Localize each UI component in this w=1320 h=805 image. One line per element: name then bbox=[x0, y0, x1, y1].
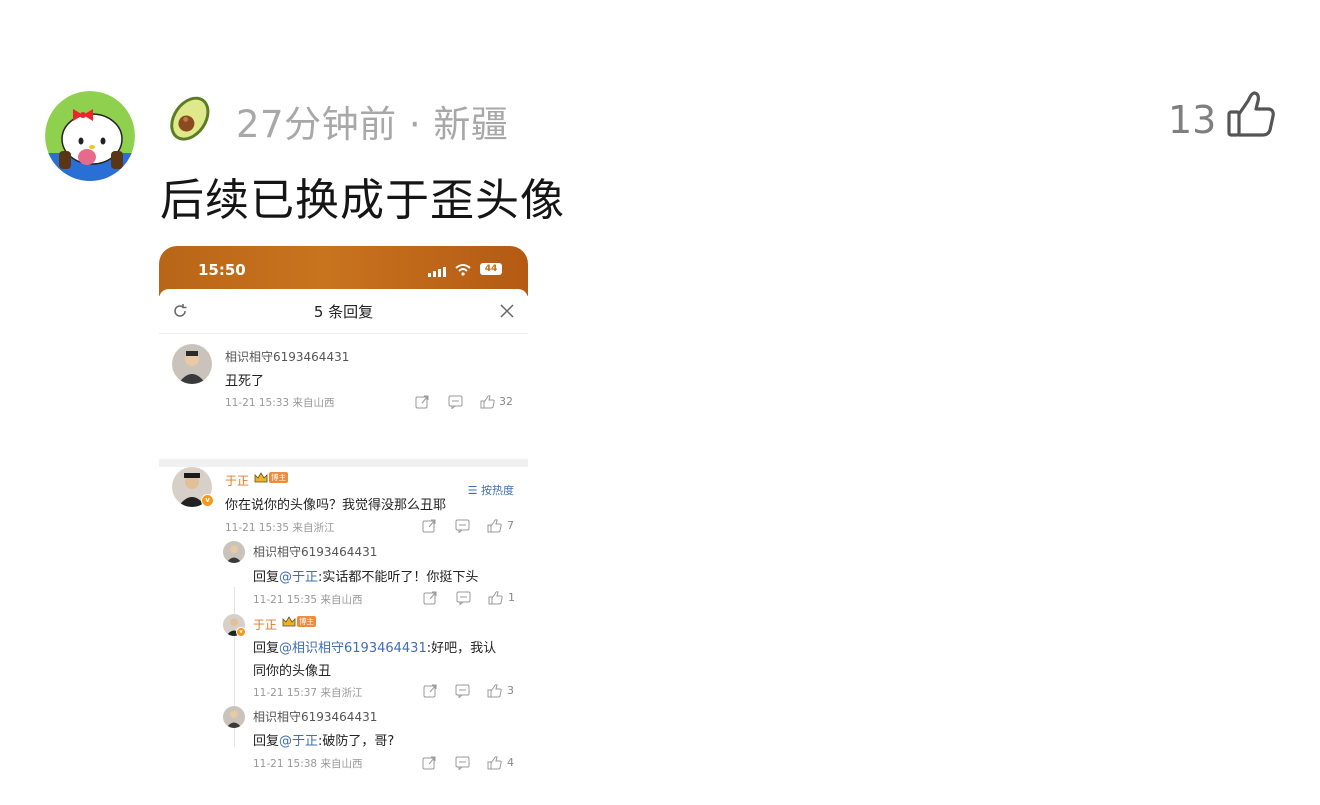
comment-text: 后续已换成于歪头像 bbox=[160, 175, 565, 226]
battery-indicator: 44 bbox=[480, 263, 502, 275]
comment-icon[interactable] bbox=[455, 756, 470, 770]
share-icon[interactable] bbox=[423, 591, 438, 605]
blogger-tag: 博主 bbox=[269, 472, 288, 483]
reply-meta: 11-21 15:38 来自山西 bbox=[253, 758, 363, 770]
commenter-name[interactable]: 相识相守6193464431 bbox=[225, 348, 349, 365]
reply-like-count: 4 bbox=[507, 756, 514, 769]
reply-user[interactable]: 于正 bbox=[253, 616, 277, 633]
reply-like-count: 1 bbox=[508, 591, 515, 604]
share-icon[interactable] bbox=[422, 519, 437, 533]
reply-text: 回复@于正:实话都不能听了！你挺下头 bbox=[253, 570, 479, 585]
mention-link[interactable]: @相识相守6193464431 bbox=[279, 641, 427, 656]
close-icon[interactable] bbox=[500, 304, 514, 318]
root-like-count: 32 bbox=[499, 395, 513, 408]
reply-text: 回复@相识相守6193464431:好吧，我认 bbox=[253, 641, 497, 656]
blogger-tag: 博主 bbox=[297, 616, 316, 627]
sort-by-hot[interactable]: ☰ 按热度 bbox=[468, 482, 514, 498]
commenter-avatar[interactable] bbox=[172, 344, 212, 384]
reply-text-continued: 同你的头像丑 bbox=[253, 664, 332, 679]
reply-avatar[interactable] bbox=[223, 541, 245, 563]
share-icon[interactable] bbox=[415, 395, 430, 409]
reply-user[interactable]: 相识相守6193464431 bbox=[253, 543, 377, 560]
crown-icon bbox=[254, 472, 268, 483]
reply-meta: 11-21 15:37 来自浙江 bbox=[253, 687, 363, 699]
reply-like-count: 3 bbox=[507, 684, 514, 697]
comment-icon[interactable] bbox=[455, 519, 470, 533]
reply-user[interactable]: 于正 bbox=[225, 472, 249, 489]
reply-avatar[interactable] bbox=[223, 706, 245, 728]
like-count: 13 bbox=[1168, 98, 1217, 142]
comment-icon[interactable] bbox=[456, 591, 471, 605]
comment-icon[interactable] bbox=[455, 684, 470, 698]
comment-icon[interactable] bbox=[448, 395, 463, 409]
sort-icon: ☰ bbox=[467, 484, 481, 497]
reply-user[interactable]: 相识相守6193464431 bbox=[253, 708, 377, 725]
wifi-icon bbox=[455, 264, 471, 276]
like-icon[interactable] bbox=[487, 684, 502, 698]
section-divider bbox=[159, 459, 528, 467]
like-icon[interactable] bbox=[488, 591, 503, 605]
share-icon[interactable] bbox=[422, 756, 437, 770]
avocado-badge-icon bbox=[162, 88, 220, 146]
reply-like-count: 7 bbox=[507, 519, 514, 532]
mention-link[interactable]: @于正 bbox=[279, 570, 318, 585]
root-comment-meta: 11-21 15:33 来自山西 bbox=[225, 397, 335, 409]
reply-meta: 11-21 15:35 来自山西 bbox=[253, 594, 363, 606]
like-icon[interactable] bbox=[487, 519, 502, 533]
like-icon[interactable] bbox=[487, 756, 502, 770]
comment-time-location: 27分钟前 · 新疆 bbox=[236, 103, 509, 146]
user-avatar[interactable] bbox=[45, 91, 135, 181]
signal-icon bbox=[428, 267, 446, 277]
replies-sheet: 5 条回复 相识相守6193464431 丑死了 11-21 15:33 来自山… bbox=[159, 289, 528, 805]
sort-label: 按热度 bbox=[481, 484, 514, 497]
reply-meta: 11-21 15:35 来自浙江 bbox=[225, 522, 335, 534]
share-icon[interactable] bbox=[423, 684, 438, 698]
attached-screenshot[interactable]: 15:50 44 5 条回复 相识相守6193464431 丑死了 11-21 … bbox=[159, 246, 528, 805]
sheet-title: 5 条回复 bbox=[313, 303, 374, 321]
verified-icon: v bbox=[236, 627, 246, 637]
verified-icon: v bbox=[201, 494, 214, 507]
root-comment-text: 丑死了 bbox=[225, 374, 265, 389]
thumbs-up-icon[interactable] bbox=[1224, 88, 1278, 142]
mention-link[interactable]: @于正 bbox=[279, 734, 318, 749]
reply-text: 你在说你的头像吗？我觉得没那么丑耶 bbox=[225, 498, 447, 513]
like-icon[interactable] bbox=[480, 395, 495, 409]
sheet-header: 5 条回复 bbox=[159, 289, 528, 334]
reply-text: 回复@于正:破防了，哥? bbox=[253, 734, 395, 749]
status-time: 15:50 bbox=[198, 261, 246, 279]
crown-icon bbox=[282, 616, 296, 627]
